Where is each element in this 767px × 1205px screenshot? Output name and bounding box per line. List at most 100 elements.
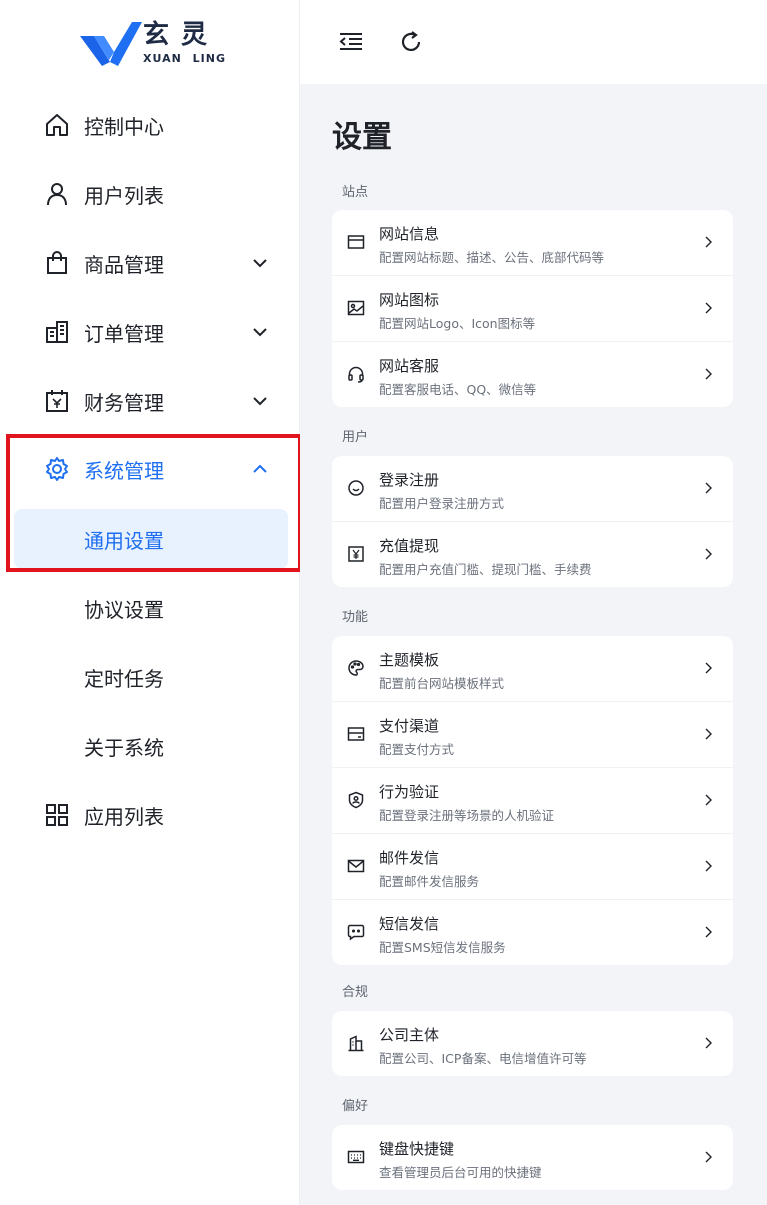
settings-card-user: 登录注册 配置用户登录注册方式 充值提现 配置用户充值门槛、提现门槛、手续费: [332, 456, 733, 587]
card-icon: [347, 727, 365, 741]
row-title: 登录注册: [379, 471, 440, 489]
row-title: 邮件发信: [379, 849, 440, 867]
calendar-yen-icon: [46, 390, 68, 412]
chevron-right-icon: [705, 236, 712, 248]
sidebar-item-label: 系统管理: [84, 458, 164, 483]
chevron-right-icon: [705, 1151, 712, 1163]
chevron-right-icon: [705, 662, 712, 674]
settings-row-payment[interactable]: 支付渠道 配置支付方式: [332, 702, 733, 768]
section-label-preferences: 偏好: [342, 1099, 369, 1114]
settings-row-site-info[interactable]: 网站信息 配置网站标题、描述、公告、底部代码等: [332, 210, 733, 276]
palette-icon: [348, 660, 364, 676]
home-icon: [46, 114, 68, 136]
section-label-features: 功能: [342, 610, 369, 625]
sidebar-item-apps[interactable]: 应用列表: [0, 787, 299, 843]
chevron-right-icon: [705, 548, 712, 560]
settings-row-sms[interactable]: 短信发信 配置SMS短信发信服务: [332, 900, 733, 965]
row-description: 配置前台网站模板样式: [379, 676, 505, 691]
settings-row-site-support[interactable]: 网站客服 配置客服电话、QQ、微信等: [332, 342, 733, 407]
settings-card-site: 网站信息 配置网站标题、描述、公告、底部代码等 网站图标 配置网站Logo、Ic…: [332, 210, 733, 407]
row-description: 配置网站标题、描述、公告、底部代码等: [379, 250, 605, 265]
chevron-right-icon: [705, 728, 712, 740]
sidebar-item-label: 订单管理: [84, 321, 164, 346]
sidebar-item-products[interactable]: 商品管理: [0, 235, 299, 291]
row-title: 网站客服: [379, 357, 440, 375]
sidebar-subitem-label: 关于系统: [84, 735, 164, 760]
page-title: 设置: [332, 120, 392, 155]
chevron-up-icon: [253, 464, 267, 473]
brand-name-en: XUAN LING: [143, 52, 226, 65]
sidebar-item-dashboard[interactable]: 控制中心: [0, 97, 299, 153]
row-description: 配置SMS短信发信服务: [379, 940, 506, 955]
message-icon: [347, 924, 365, 941]
row-description: 配置网站Logo、Icon图标等: [379, 316, 536, 331]
sidebar-item-label: 应用列表: [84, 804, 164, 829]
main-content: 设置 站点 网站信息 配置网站标题、描述、公告、底部代码等 网站图标 配置网站L…: [300, 0, 767, 1205]
chevron-down-icon: [253, 328, 267, 337]
row-title: 键盘快捷键: [379, 1140, 455, 1158]
row-title: 支付渠道: [379, 717, 440, 735]
row-title: 网站信息: [379, 225, 440, 243]
sidebar-item-label: 财务管理: [84, 390, 164, 415]
row-description: 配置公司、ICP备案、电信增值许可等: [379, 1051, 587, 1066]
sidebar-item-label: 用户列表: [84, 183, 164, 208]
section-label-site: 站点: [342, 185, 369, 200]
row-description: 配置登录注册等场景的人机验证: [379, 808, 555, 823]
sidebar-subitem-agreement-settings[interactable]: 协议设置: [14, 578, 288, 638]
menu-collapse-icon[interactable]: [337, 28, 365, 56]
brand-name-cn: 玄灵: [143, 20, 220, 50]
top-bar: [300, 0, 767, 84]
settings-row-login-register[interactable]: 登录注册 配置用户登录注册方式: [332, 456, 733, 522]
row-description: 配置邮件发信服务: [379, 874, 480, 889]
chevron-right-icon: [705, 482, 712, 494]
sidebar-subitem-about-system[interactable]: 关于系统: [14, 716, 288, 776]
sidebar-subitem-label: 通用设置: [84, 528, 164, 553]
chevron-right-icon: [705, 1037, 712, 1049]
sidebar-item-finance[interactable]: 财务管理: [0, 373, 299, 429]
row-description: 配置用户登录注册方式: [379, 496, 505, 511]
chevron-right-icon: [705, 926, 712, 938]
refresh-icon[interactable]: [397, 28, 425, 56]
chevron-right-icon: [705, 368, 712, 380]
chevron-right-icon: [705, 860, 712, 872]
chevron-right-icon: [705, 794, 712, 806]
row-title: 短信发信: [379, 915, 440, 933]
settings-row-theme[interactable]: 主题模板 配置前台网站模板样式: [332, 636, 733, 702]
logo-mark-icon: [80, 22, 142, 66]
row-description: 配置客服电话、QQ、微信等: [379, 382, 537, 397]
brand-logo[interactable]: 玄灵 XUAN LING: [80, 20, 230, 68]
section-label-compliance: 合规: [342, 985, 369, 1000]
row-title: 网站图标: [379, 291, 440, 309]
settings-row-email[interactable]: 邮件发信 配置邮件发信服务: [332, 834, 733, 900]
settings-row-site-icon[interactable]: 网站图标 配置网站Logo、Icon图标等: [332, 276, 733, 342]
smile-icon: [348, 480, 364, 496]
user-icon: [47, 183, 67, 206]
sidebar: 玄灵 XUAN LING 控制中心 用户列表 商品管理 订单管理 财务管理 系统…: [0, 0, 302, 1205]
settings-row-recharge-withdraw[interactable]: 充值提现 配置用户充值门槛、提现门槛、手续费: [332, 522, 733, 587]
gear-icon: [46, 457, 68, 481]
sidebar-item-orders[interactable]: 订单管理: [0, 304, 299, 360]
mail-icon: [347, 859, 365, 873]
headset-icon: [348, 366, 364, 383]
row-title: 充值提现: [379, 537, 440, 555]
sidebar-item-label: 商品管理: [84, 252, 164, 277]
grid-icon: [46, 804, 68, 826]
keyboard-icon: [347, 1150, 365, 1164]
shield-user-icon: [348, 791, 364, 809]
company-icon: [348, 1035, 364, 1052]
yen-icon: [348, 546, 364, 562]
settings-card-preferences: 键盘快捷键 查看管理员后台可用的快捷键: [332, 1125, 733, 1190]
sidebar-item-users[interactable]: 用户列表: [0, 166, 299, 222]
sidebar-item-system[interactable]: 系统管理: [0, 441, 299, 497]
sidebar-subitem-label: 协议设置: [84, 597, 164, 622]
settings-row-keyboard-shortcuts[interactable]: 键盘快捷键 查看管理员后台可用的快捷键: [332, 1125, 733, 1190]
row-title: 公司主体: [379, 1026, 440, 1044]
row-title: 行为验证: [379, 783, 440, 801]
section-label-user: 用户: [342, 430, 369, 445]
row-description: 配置支付方式: [379, 742, 455, 757]
settings-row-company[interactable]: 公司主体 配置公司、ICP备案、电信增值许可等: [332, 1011, 733, 1076]
shopping-bag-icon: [47, 251, 67, 274]
sidebar-subitem-general-settings[interactable]: 通用设置: [14, 509, 288, 569]
settings-row-captcha[interactable]: 行为验证 配置登录注册等场景的人机验证: [332, 768, 733, 834]
sidebar-subitem-scheduled-tasks[interactable]: 定时任务: [14, 647, 288, 707]
